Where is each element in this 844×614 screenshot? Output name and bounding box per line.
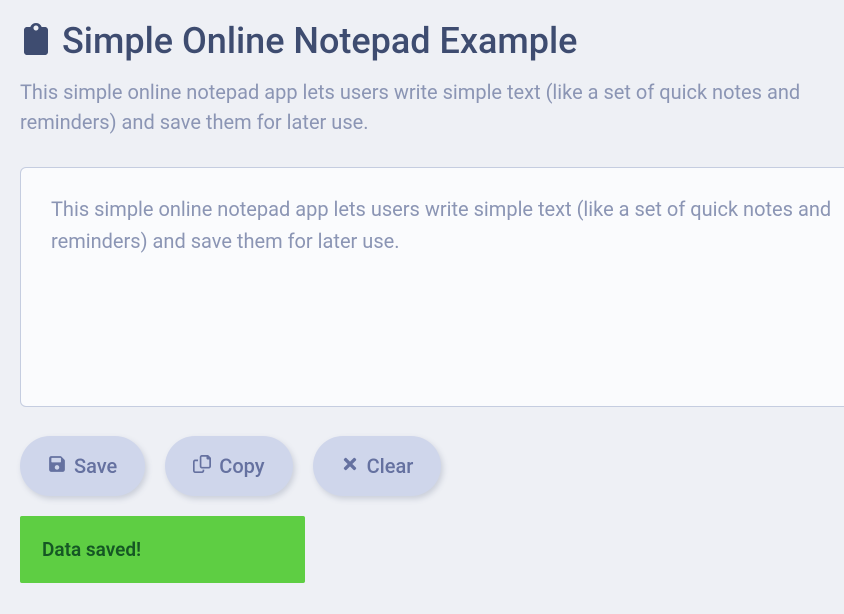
notepad-input[interactable] xyxy=(20,167,844,407)
button-row: Save Copy Clear xyxy=(20,436,844,496)
save-button[interactable]: Save xyxy=(20,436,145,496)
copy-button-label: Copy xyxy=(219,454,264,478)
title-row: Simple Online Notepad Example xyxy=(20,20,844,62)
clear-button-label: Clear xyxy=(367,454,414,478)
status-message: Data saved! xyxy=(20,516,305,583)
copy-button[interactable]: Copy xyxy=(165,436,292,496)
page-title: Simple Online Notepad Example xyxy=(62,20,577,62)
save-button-label: Save xyxy=(74,454,117,478)
copy-icon xyxy=(193,454,211,478)
close-icon xyxy=(341,454,359,478)
clipboard-icon xyxy=(20,23,52,59)
save-icon xyxy=(48,454,66,478)
clear-button[interactable]: Clear xyxy=(313,436,442,496)
page-description: This simple online notepad app lets user… xyxy=(20,77,844,137)
